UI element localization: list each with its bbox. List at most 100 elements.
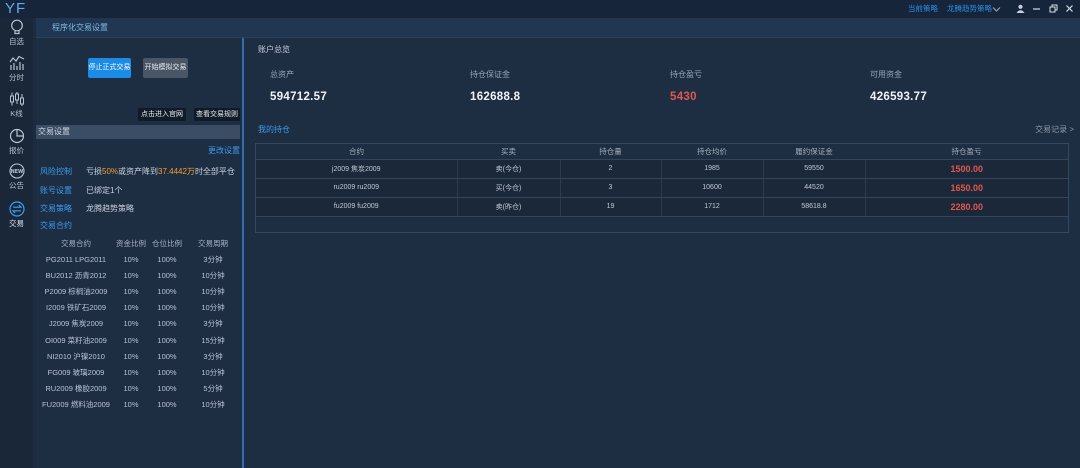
column-header-period: 交易周期: [198, 238, 228, 248]
panel-divider[interactable]: [242, 38, 244, 468]
risk-control-value: 亏损50%或资产降到37.4442万时全部平仓: [86, 167, 235, 177]
pnl-cell: 1650.00: [864, 177, 1068, 198]
current-strategy-label: 当前策略: [908, 4, 938, 13]
period-cell: 10分钟: [201, 270, 225, 280]
sidebar-item-label: 分时: [9, 73, 24, 82]
period-cell: 10分钟: [201, 286, 225, 296]
close-icon[interactable]: [1065, 4, 1074, 13]
candlestick-icon: [9, 92, 24, 106]
contract-row: P2009 棕榈油2009 10% 100% 10分钟: [38, 283, 240, 299]
contract-row: I2009 铁矿石2009 10% 100% 10分钟: [38, 300, 240, 316]
position-ratio-cell: 100%: [157, 335, 177, 345]
position-ratio-cell: 100%: [157, 286, 177, 296]
trading-rules-button[interactable]: 查看交易规则: [194, 108, 240, 121]
contract-row: FG009 玻璃2009 10% 100% 10分钟: [38, 364, 240, 380]
column-header-fund-ratio: 资金比例: [116, 238, 146, 248]
sidebar-item-quotes[interactable]: 报价: [0, 128, 33, 158]
risk-threshold: 37.4442万: [158, 167, 195, 176]
holdings-grid: 合约 买卖 持仓量 持仓均价 履约保证金 持仓盈亏 j2009 焦炭2009 卖(…: [256, 144, 1068, 217]
restore-icon[interactable]: [1049, 4, 1058, 13]
side-cell: 卖(昨仓): [456, 196, 560, 217]
pnl-cell: 1500.00: [864, 158, 1068, 179]
margin-cell: 44520: [762, 177, 865, 198]
fund-ratio-cell: 10%: [123, 303, 139, 313]
column-header-contract: 交易合约: [61, 238, 91, 248]
position-ratio-cell: 100%: [157, 303, 177, 313]
total-assets-value: 594712.57: [270, 91, 328, 103]
column-header-avg-price: 持仓均价: [697, 146, 727, 156]
sidebar-item-announcements[interactable]: NEW 公告: [0, 163, 33, 193]
position-ratio-cell: 100%: [157, 367, 177, 377]
risk-loss-pct: 50%: [102, 167, 119, 176]
current-strategy-select[interactable]: 龙腾趋势策略: [947, 4, 992, 14]
new-badge-icon: NEW: [8, 163, 25, 179]
column-header-side: 买卖: [501, 146, 516, 156]
lightbulb-icon: [10, 19, 23, 35]
period-cell: 5分钟: [203, 384, 223, 394]
period-cell: 15分钟: [201, 335, 225, 345]
my-holdings-title: 我的持仓: [258, 125, 290, 134]
sidebar-item-trade[interactable]: 交易: [0, 201, 33, 231]
contract-cell: FG009 玻璃2009: [47, 367, 105, 377]
edit-settings-link[interactable]: 更改设置: [200, 146, 240, 156]
sidebar-item-intraday[interactable]: 分时: [0, 55, 33, 85]
sidebar-item-watchlist[interactable]: 自选: [0, 19, 33, 49]
contract-row: BU2012 沥青2012 10% 100% 10分钟: [38, 267, 240, 283]
period-cell: 3分钟: [203, 351, 223, 361]
contract-cell: FU2009 燃料油2009: [42, 400, 110, 410]
position-ratio-cell: 100%: [157, 319, 177, 329]
period-cell: 3分钟: [203, 254, 223, 264]
pnl-cell: 2280.00: [864, 196, 1068, 217]
sidebar-item-kline[interactable]: K线: [0, 91, 33, 121]
position-ratio-cell: 100%: [157, 351, 177, 361]
sidebar-item-label: K线: [10, 109, 23, 118]
quantity-cell: 2: [559, 158, 661, 179]
official-site-button[interactable]: 点击进入官网: [138, 108, 186, 121]
contract-cell: BU2012 沥青2012: [45, 270, 107, 280]
position-ratio-cell: 100%: [157, 384, 177, 394]
column-header-contract: 合约: [349, 146, 364, 156]
avg-price-cell: 1985: [660, 158, 763, 179]
available-funds-value: 426593.77: [870, 91, 928, 103]
contract-cell: j2009 焦炭2009: [256, 158, 457, 179]
contract-cell: I2009 铁矿石2009: [45, 303, 107, 313]
stop-live-trading-button[interactable]: 停止正式交易: [88, 58, 131, 78]
position-margin-value: 162688.8: [470, 91, 521, 103]
contract-row: RU2009 橡胶2009 10% 100% 5分钟: [38, 381, 240, 397]
chevron-down-icon[interactable]: [992, 5, 1001, 14]
contracts-table: 交易合约 资金比例 仓位比例 交易周期 PG2011 LPG2011 10% 100…: [38, 235, 240, 413]
user-icon[interactable]: [1016, 4, 1025, 13]
position-margin-label: 持仓保证金: [470, 70, 510, 79]
risk-control-label: 风险控制: [40, 167, 72, 176]
trade-records-link[interactable]: 交易记录 >: [1035, 125, 1074, 135]
contract-cell: NI2010 沪镍2010: [47, 351, 105, 361]
minimize-icon[interactable]: [1032, 4, 1041, 13]
trading-contracts-label: 交易合约: [40, 221, 72, 230]
contract-cell: PG2011 LPG2011: [45, 254, 107, 264]
column-header-pnl: 持仓盈亏: [951, 146, 982, 156]
quantity-cell: 3: [559, 177, 661, 198]
fund-ratio-cell: 10%: [123, 319, 139, 329]
contract-cell: ru2009 ru2009: [256, 177, 457, 198]
holding-row[interactable]: fu2009 fu2009 卖(昨仓) 19 1712 58618.8 2280.00: [256, 196, 1068, 217]
trading-strategy-value: 龙腾趋势策略: [86, 204, 134, 213]
side-cell: 卖(今仓): [456, 158, 560, 179]
new-badge-text: NEW: [10, 169, 23, 175]
position-ratio-cell: 100%: [157, 400, 177, 410]
contract-cell: fu2009 fu2009: [256, 196, 457, 217]
holding-row[interactable]: ru2009 ru2009 买(今仓) 3 10600 44520 1650.00: [256, 177, 1068, 198]
avg-price-cell: 10600: [660, 177, 763, 198]
margin-cell: 59550: [762, 158, 865, 179]
period-cell: 10分钟: [201, 400, 225, 410]
fund-ratio-cell: 10%: [123, 254, 139, 264]
holding-row[interactable]: j2009 焦炭2009 卖(今仓) 2 1985 59550 1500.00: [256, 158, 1068, 179]
start-simulated-trading-button[interactable]: 开始模拟交易: [143, 58, 188, 78]
account-settings-value: 已绑定1个: [86, 186, 123, 195]
period-cell: 10分钟: [201, 303, 225, 313]
contract-row: OI009 菜籽油2009 10% 100% 15分钟: [38, 332, 240, 348]
position-ratio-cell: 100%: [157, 270, 177, 280]
pie-chart-icon: [9, 128, 24, 144]
position-pnl-value: 5430: [670, 91, 697, 103]
risk-suffix: 时全部平仓: [194, 167, 235, 176]
settings-header: 交易设置: [38, 127, 70, 136]
